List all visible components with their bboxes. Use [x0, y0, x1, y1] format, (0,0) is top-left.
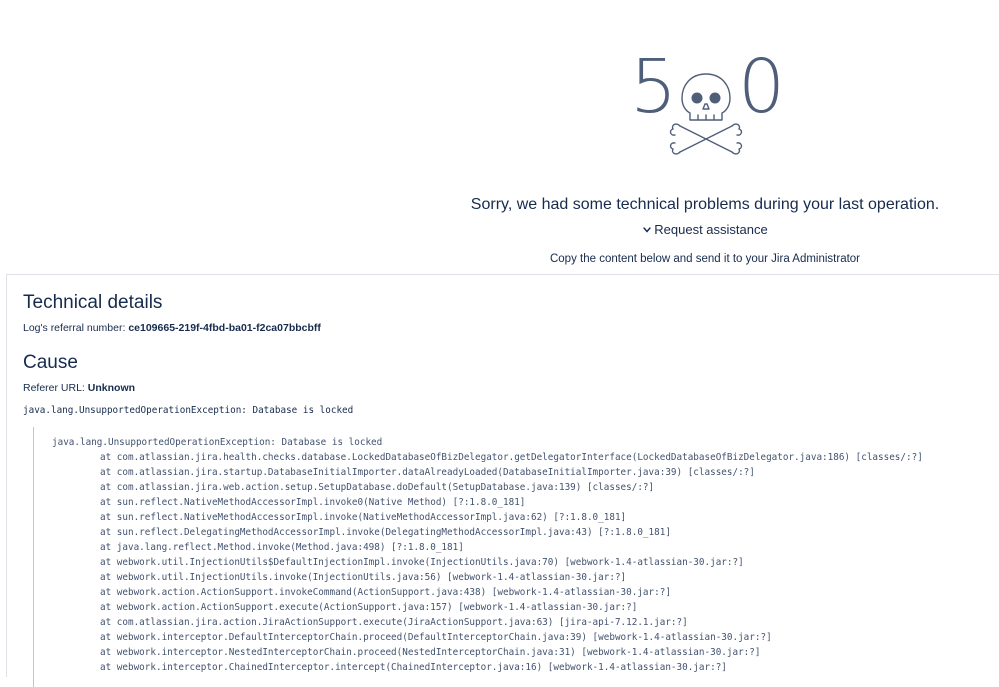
error-code-digit: 0 — [738, 44, 785, 130]
referer-url-line: Referer URL: Unknown — [23, 382, 135, 394]
request-assistance-toggle[interactable]: Request assistance — [440, 222, 970, 237]
error-message: Sorry, we had some technical problems du… — [470, 196, 940, 213]
stack-trace-frame: at com.atlassian.jira.action.JiraActionS… — [100, 617, 688, 628]
copy-instructions: Copy the content below and send it to yo… — [549, 253, 861, 265]
stack-trace-frame: at sun.reflect.DelegatingMethodAccessorI… — [100, 527, 671, 538]
exception-summary: java.lang.UnsupportedOperationException:… — [23, 405, 354, 416]
stack-trace-frame: at webwork.interceptor.NestedInterceptor… — [100, 647, 761, 658]
stack-trace-frame: at webwork.interceptor.DefaultIntercepto… — [100, 632, 772, 643]
stack-trace-frame: at sun.reflect.NativeMethodAccessorImpl.… — [100, 497, 526, 508]
stack-trace-frame: at java.lang.reflect.Method.invoke(Metho… — [100, 542, 464, 553]
stack-trace-frame: at com.atlassian.jira.web.action.setup.S… — [100, 482, 655, 493]
stack-trace-frame: at webwork.interceptor.ChainedIntercepto… — [100, 662, 727, 673]
stack-trace-frame: at webwork.action.ActionSupport.execute(… — [100, 602, 638, 613]
stack-trace-text: java.lang.UnsupportedOperationException:… — [34, 427, 999, 675]
skull-crossbones-icon — [669, 73, 743, 155]
cause-heading: Cause — [23, 352, 78, 373]
error-500-graphic: 5 0 — [630, 44, 785, 160]
referral-label: Log's referral number: — [23, 322, 126, 334]
referral-number-line: Log's referral number: ce109665-219f-4fb… — [23, 322, 321, 334]
referral-number: ce109665-219f-4fbd-ba01-f2ca07bbcbff — [128, 322, 321, 334]
technical-details-panel: Technical details Log's referral number:… — [6, 274, 999, 687]
referer-value: Unknown — [87, 382, 136, 394]
stack-trace[interactable]: java.lang.UnsupportedOperationException:… — [33, 427, 999, 687]
stack-trace-frame: at webwork.action.ActionSupport.invokeCo… — [100, 587, 671, 598]
stack-trace-frame: at com.atlassian.jira.startup.DatabaseIn… — [100, 467, 755, 478]
request-assistance-label: Request assistance — [654, 222, 768, 237]
stack-trace-frame: at com.atlassian.jira.health.checks.data… — [100, 452, 923, 463]
stack-trace-frame: at sun.reflect.NativeMethodAccessorImpl.… — [100, 512, 627, 523]
technical-details-heading: Technical details — [23, 292, 163, 313]
referer-label: Referer URL: — [23, 382, 85, 394]
stack-trace-frame: at webwork.util.InjectionUtils$DefaultIn… — [100, 557, 744, 568]
chevron-down-icon — [643, 227, 651, 233]
stack-trace-head: java.lang.UnsupportedOperationException:… — [52, 437, 383, 448]
stack-trace-frame: at webwork.util.InjectionUtils.invoke(In… — [100, 572, 627, 583]
